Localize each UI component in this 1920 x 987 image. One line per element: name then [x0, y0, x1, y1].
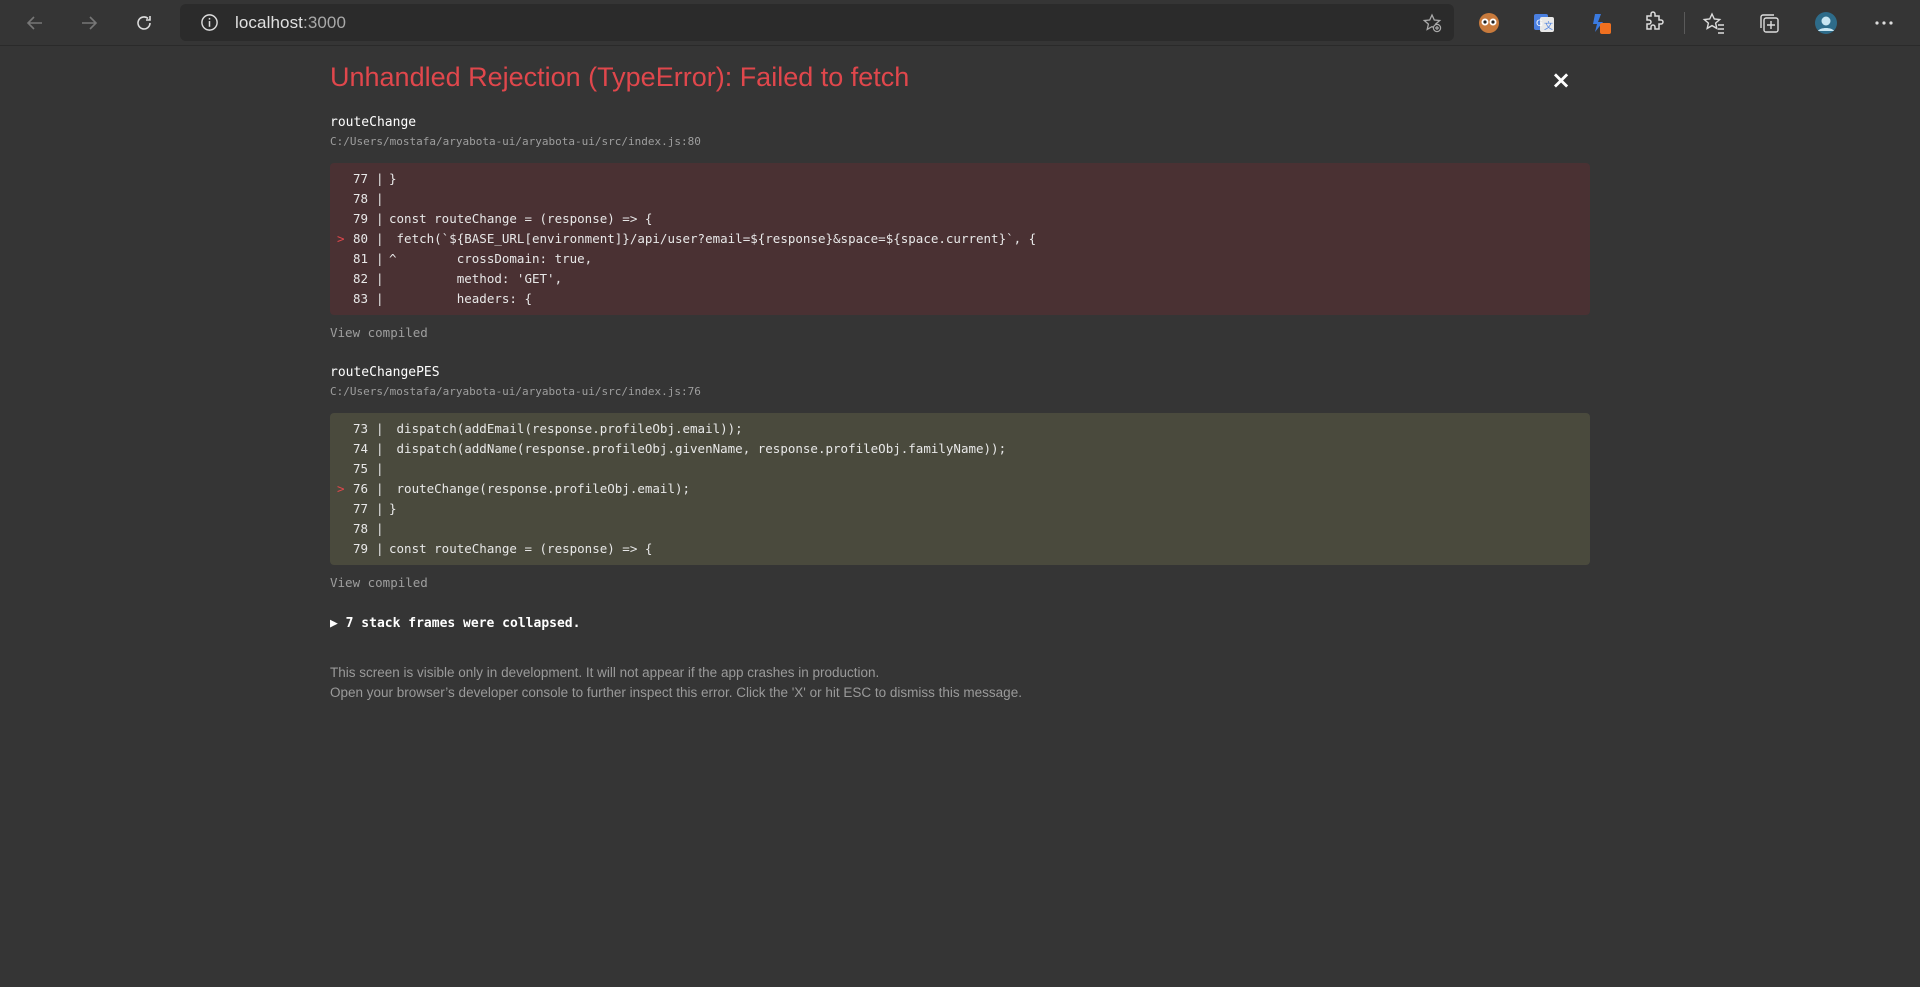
code-line: 83 | headers: {: [330, 289, 1590, 309]
svg-text:文: 文: [1544, 20, 1553, 32]
code-text: dispatch(addName(response.profileObj.giv…: [389, 441, 1007, 456]
line-number: 79: [352, 541, 368, 556]
code-line: 73 | dispatch(addEmail(response.profileOb…: [330, 419, 1590, 439]
info-icon[interactable]: [200, 13, 219, 32]
back-button[interactable]: [18, 6, 52, 40]
line-number: 73: [352, 421, 368, 436]
gutter-bar: |: [376, 191, 384, 206]
gutter-bar: |: [376, 541, 384, 556]
code-line: 78 |: [330, 189, 1590, 209]
svg-text:G: G: [1536, 19, 1543, 29]
code-line: 78 |: [330, 519, 1590, 539]
code-text: method: 'GET',: [389, 271, 563, 286]
code-line: 81 | ^ crossDomain: true,: [330, 249, 1590, 269]
favorites-icon[interactable]: [1700, 9, 1728, 37]
stack-frame-name: routeChangePES: [330, 365, 440, 380]
code-text: }: [389, 501, 397, 516]
error-title: Unhandled Rejection (TypeError): Failed …: [330, 62, 910, 92]
extension-notification-icon[interactable]: [1586, 9, 1614, 37]
code-text: routeChange(response.profileObj.email);: [389, 481, 691, 496]
gutter-bar: |: [376, 231, 384, 246]
line-number: 78: [352, 521, 368, 536]
collapsed-frames-toggle[interactable]: ▶ 7 stack frames were collapsed.: [330, 616, 580, 631]
refresh-button[interactable]: [127, 6, 161, 40]
gutter-bar: |: [376, 211, 384, 226]
code-line: 79 | const routeChange = (response) => {: [330, 539, 1590, 559]
line-number: 75: [352, 461, 368, 476]
browser-toolbar: localhost:3000 G文: [0, 0, 1920, 46]
code-line: >80 | fetch(`${BASE_URL[environment]}/api…: [330, 229, 1590, 249]
url-port: :3000: [303, 13, 347, 32]
line-number: 81: [352, 251, 368, 266]
url-host: localhost: [235, 13, 303, 32]
extension-owl-icon[interactable]: [1475, 9, 1503, 37]
stack-frame-name: routeChange: [330, 115, 417, 130]
view-compiled-link[interactable]: View compiled: [330, 575, 428, 590]
line-number: 80: [352, 231, 368, 246]
code-text: fetch(`${BASE_URL[environment]}/api/user…: [389, 231, 1037, 246]
gutter-bar: |: [376, 271, 384, 286]
gutter-bar: |: [376, 421, 384, 436]
line-number: 83: [352, 291, 368, 306]
gutter-bar: |: [376, 481, 384, 496]
highlight-marker: >: [337, 231, 345, 246]
footer-note-line2: Open your browser’s developer console to…: [330, 685, 1022, 700]
back-arrow-icon: [26, 16, 42, 30]
code-snippet: 77 |} 78 | 79 | const routeChange = (response)…: [330, 163, 1590, 315]
code-snippet: 73 | dispatch(addEmail(response.profileOb…: [330, 413, 1590, 565]
line-number: 77: [352, 501, 368, 516]
code-text: headers: {: [389, 291, 532, 306]
view-compiled-link[interactable]: View compiled: [330, 325, 428, 340]
gutter-bar: |: [376, 461, 384, 476]
code-text: }: [389, 171, 397, 186]
line-number: 76: [352, 481, 368, 496]
gutter-bar: |: [376, 251, 384, 266]
code-text: ^ crossDomain: true,: [389, 251, 593, 266]
extension-translate-icon[interactable]: G文: [1530, 9, 1558, 37]
code-line: 74 | dispatch(addName(response.profileObj…: [330, 439, 1590, 459]
collections-icon[interactable]: [1755, 9, 1783, 37]
more-menu-icon[interactable]: [1870, 9, 1898, 37]
line-number: 77: [352, 171, 368, 186]
add-favorite-icon[interactable]: [1422, 13, 1442, 33]
address-bar[interactable]: localhost:3000: [180, 4, 1454, 41]
code-line: 82 | method: 'GET',: [330, 269, 1590, 289]
gutter-bar: |: [376, 521, 384, 536]
gutter-bar: |: [376, 291, 384, 306]
toolbar-separator: [1684, 12, 1685, 34]
stack-frame-file: C:/Users/mostafa/aryabota-ui/aryabota-ui…: [330, 135, 701, 148]
forward-button[interactable]: [72, 6, 106, 40]
code-line: 77 |}: [330, 169, 1590, 189]
code-line: 75 |: [330, 459, 1590, 479]
gutter-bar: |: [376, 441, 384, 456]
extensions-puzzle-icon[interactable]: [1640, 9, 1668, 37]
footer-note-line1: This screen is visible only in developme…: [330, 665, 880, 680]
gutter-bar: |: [376, 171, 384, 186]
highlight-marker: >: [337, 481, 345, 496]
line-number: 79: [352, 211, 368, 226]
url-text[interactable]: localhost:3000: [235, 13, 346, 33]
code-line: 79 | const routeChange = (response) => {: [330, 209, 1590, 229]
refresh-icon: [137, 16, 151, 30]
code-text: const routeChange = (response) => {: [389, 541, 653, 556]
forward-arrow-icon: [82, 16, 98, 30]
code-line: 77 |}: [330, 499, 1590, 519]
code-line: >76 | routeChange(response.profileObj.ema…: [330, 479, 1590, 499]
code-text: const routeChange = (response) => {: [389, 211, 653, 226]
line-number: 74: [352, 441, 368, 456]
stack-frame-file: C:/Users/mostafa/aryabota-ui/aryabota-ui…: [330, 385, 701, 398]
profile-avatar-icon[interactable]: [1812, 9, 1840, 37]
code-text: dispatch(addEmail(response.profileObj.em…: [389, 421, 743, 436]
close-icon[interactable]: ×: [1551, 68, 1571, 92]
gutter-bar: |: [376, 501, 384, 516]
line-number: 78: [352, 191, 368, 206]
line-number: 82: [352, 271, 368, 286]
